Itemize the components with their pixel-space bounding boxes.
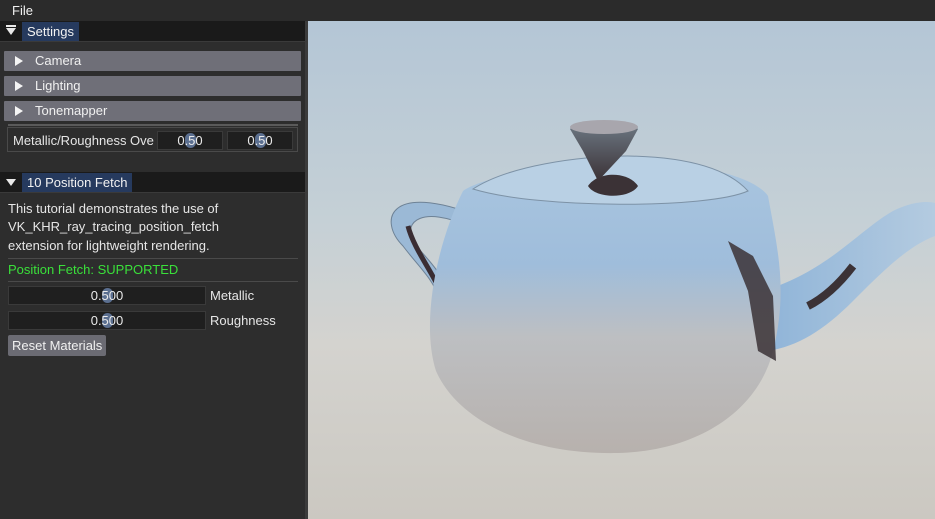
collapse-icon[interactable]	[6, 25, 16, 27]
tab-position-fetch[interactable]: 10 Position Fetch	[22, 173, 133, 192]
tonemapper-header[interactable]: Tonemapper	[4, 101, 301, 121]
roughness-label: Roughness	[210, 313, 276, 328]
expand-arrow-icon	[15, 56, 23, 66]
teapot-render	[390, 120, 935, 454]
collapse-arrow-icon[interactable]	[6, 28, 16, 35]
lighting-header[interactable]: Lighting	[4, 76, 301, 96]
tab-settings[interactable]: Settings	[22, 22, 79, 41]
override-roughness-slider[interactable]: 0.50	[227, 131, 293, 150]
divider	[8, 124, 298, 126]
camera-header[interactable]: Camera	[4, 51, 301, 71]
override-label: Metallic/Roughness Ove	[13, 133, 154, 148]
expand-arrow-icon	[15, 81, 23, 91]
settings-window-title: Settings	[0, 21, 305, 42]
tonemapper-header-label: Tonemapper	[35, 103, 108, 118]
metallic-slider[interactable]: 0.500	[8, 286, 206, 305]
camera-header-label: Camera	[35, 53, 82, 68]
status-text: Position Fetch: SUPPORTED	[8, 262, 179, 277]
render-viewport[interactable]	[308, 21, 935, 519]
description-line: This tutorial demonstrates the use of	[8, 201, 219, 216]
description-line: extension for lightweight rendering.	[8, 238, 210, 253]
roughness-value: 0.500	[90, 313, 124, 328]
metallic-value: 0.500	[90, 288, 124, 303]
expand-arrow-icon	[15, 106, 23, 116]
override-roughness-value: 0.50	[247, 133, 273, 148]
tutorial-window-title: 10 Position Fetch	[0, 172, 305, 193]
menu-file[interactable]: File	[6, 2, 39, 19]
roughness-slider[interactable]: 0.500	[8, 311, 206, 330]
menu-bar: File	[0, 0, 935, 21]
collapse-arrow-icon[interactable]	[6, 179, 16, 186]
teapot-body	[429, 162, 781, 454]
description-line: VK_KHR_ray_tracing_position_fetch	[8, 219, 220, 234]
metallic-label: Metallic	[210, 288, 255, 303]
lighting-header-label: Lighting	[35, 78, 81, 93]
override-metallic-slider[interactable]: 0.50	[157, 131, 223, 150]
override-metallic-value: 0.50	[177, 133, 203, 148]
separator	[8, 258, 298, 259]
reset-materials-button[interactable]: Reset Materials	[8, 335, 107, 356]
separator	[8, 281, 298, 282]
